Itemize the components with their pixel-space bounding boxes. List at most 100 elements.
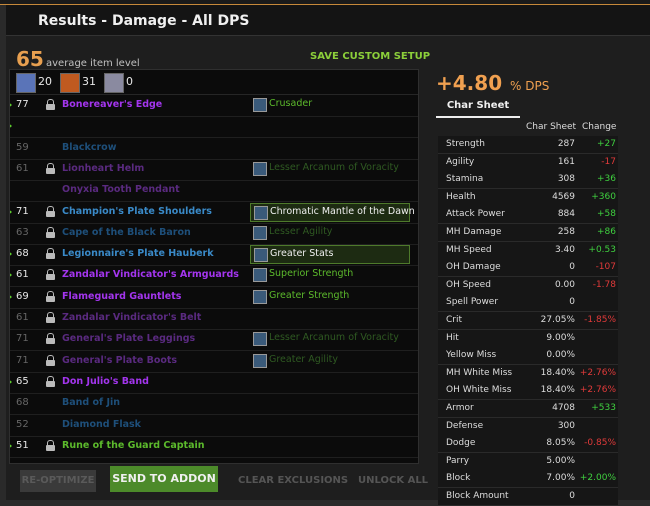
- gear-row[interactable]: 71 Champion's Plate Shoulders Chromatic Ma…: [10, 202, 418, 224]
- item-name[interactable]: Zandalar Vindicator's Armguards: [62, 269, 239, 280]
- gear-row[interactable]: Onyxia Tooth Pendant: [10, 180, 418, 203]
- item-level: 63: [16, 226, 29, 238]
- lock-icon[interactable]: [235, 355, 244, 367]
- gear-row[interactable]: 77 Bonereaver's Edge Crusader: [10, 95, 418, 117]
- lock-icon[interactable]: [46, 269, 55, 281]
- reoptimize-button[interactable]: RE-OPTIMIZE: [20, 470, 96, 492]
- gear-row[interactable]: 68 Legionnaire's Plate Hauberk Greater Sta…: [10, 244, 418, 267]
- lock-icon[interactable]: [235, 248, 244, 260]
- item-name[interactable]: Legionnaire's Plate Hauberk: [62, 248, 214, 259]
- gear-row[interactable]: 69 Flameguard Gauntlets Greater Strength: [10, 287, 418, 309]
- enchant-slot[interactable]: Chromatic Mantle of the Dawn: [250, 202, 415, 222]
- frost-resistance-icon: [16, 73, 36, 93]
- gear-row[interactable]: 71 General's Plate Leggings Lesser Arcanum…: [10, 329, 418, 352]
- item-name[interactable]: Blackcrow: [62, 142, 116, 153]
- item-name[interactable]: Onyxia Tooth Pendant: [62, 184, 180, 195]
- enchant-icon: [254, 248, 268, 263]
- lock-icon[interactable]: [46, 375, 55, 388]
- lock-icon[interactable]: [235, 206, 244, 218]
- lock-icon[interactable]: [46, 439, 55, 452]
- enchant-slot[interactable]: Lesser Arcanum of Voracity: [250, 160, 408, 177]
- enchant-slot[interactable]: Crusader: [250, 96, 408, 113]
- item-name[interactable]: Zandalar Vindicator's Belt: [62, 312, 201, 323]
- stat-change: +58: [597, 209, 616, 220]
- item-name[interactable]: Bonereaver's Edge: [62, 99, 162, 110]
- stat-value: 300: [557, 420, 575, 431]
- lock-icon[interactable]: [235, 291, 244, 303]
- gear-row[interactable]: 51 Rune of the Guard Captain: [10, 436, 418, 458]
- item-name[interactable]: General's Plate Leggings: [62, 333, 195, 344]
- enchant-slot[interactable]: Greater Stats: [250, 245, 410, 265]
- lock-icon[interactable]: [46, 312, 55, 324]
- arcane-resistance-icon: [104, 73, 124, 93]
- item-name[interactable]: Cape of the Black Baron: [62, 227, 191, 238]
- gear-row[interactable]: 63 Cape of the Black Baron Lesser Agility: [10, 223, 418, 245]
- lock-icon[interactable]: [235, 333, 244, 345]
- enchant-icon: [254, 205, 268, 220]
- clear-exclusions-button[interactable]: CLEAR EXCLUSIONS: [238, 470, 348, 492]
- enchant-slot[interactable]: Greater Strength: [250, 288, 408, 305]
- stat-label: Strength: [446, 139, 485, 149]
- enchant-slot[interactable]: Greater Agility: [250, 352, 408, 369]
- lock-icon[interactable]: [46, 354, 55, 367]
- slot-marker-icon: [10, 121, 12, 132]
- lock-icon[interactable]: [46, 290, 55, 303]
- unlock-all-button[interactable]: UNLOCK ALL: [358, 470, 428, 492]
- item-name[interactable]: Band of Jin: [62, 397, 120, 408]
- item-name[interactable]: Don Julio's Band: [62, 376, 149, 387]
- gear-row[interactable]: 61 Lionheart Helm Lesser Arcanum of Voraci…: [10, 159, 418, 181]
- stat-row: OH White Miss 18.40% +2.76%: [438, 382, 618, 401]
- stat-row: OH Speed 0.00 -1.78: [438, 276, 618, 295]
- stat-value: 3.40: [554, 244, 575, 255]
- lock-icon[interactable]: [235, 269, 244, 281]
- lock-icon[interactable]: [46, 333, 55, 345]
- lock-icon[interactable]: [46, 248, 55, 260]
- slot-marker-icon: [10, 291, 12, 302]
- gear-row[interactable]: 65 Don Julio's Band: [10, 372, 418, 394]
- stat-value: 287: [557, 139, 575, 149]
- send-to-addon-button[interactable]: SEND TO ADDON: [110, 466, 218, 492]
- gear-row[interactable]: 52 Diamond Flask: [10, 415, 418, 437]
- gear-row[interactable]: 68 Band of Jin: [10, 393, 418, 416]
- enchant-slot[interactable]: Lesser Arcanum of Voracity: [250, 330, 408, 347]
- item-level: 77: [16, 99, 29, 110]
- resistance-value: 0: [126, 75, 133, 88]
- enchant-slot[interactable]: Lesser Agility: [250, 224, 408, 241]
- item-name[interactable]: Flameguard Gauntlets: [62, 291, 181, 302]
- gear-row[interactable]: 61 Zandalar Vindicator's Belt: [10, 308, 418, 330]
- gear-row[interactable]: [10, 116, 418, 139]
- stat-value: 18.40%: [540, 367, 575, 378]
- lock-icon[interactable]: [235, 163, 244, 175]
- stat-row: MH Damage 258 +86: [438, 224, 618, 242]
- stat-row: MH White Miss 18.40% +2.76%: [438, 364, 618, 383]
- lock-icon[interactable]: [46, 162, 55, 175]
- slot-marker-icon: [10, 100, 12, 110]
- item-name[interactable]: Lionheart Helm: [62, 163, 144, 174]
- tab-char-sheet[interactable]: Char Sheet: [436, 100, 520, 118]
- stat-row: Health 4569 +360: [438, 188, 618, 207]
- gear-row[interactable]: 61 Zandalar Vindicator's Armguards Superio…: [10, 265, 418, 288]
- lock-icon[interactable]: [46, 226, 55, 239]
- stat-label: MH Damage: [446, 227, 502, 237]
- lock-icon[interactable]: [46, 205, 55, 218]
- item-name[interactable]: General's Plate Boots: [62, 355, 177, 366]
- stat-label: Spell Power: [446, 297, 499, 308]
- gear-row[interactable]: 71 General's Plate Boots Greater Agility: [10, 351, 418, 373]
- stat-change: +27: [597, 139, 616, 149]
- stat-label: Defense: [446, 420, 484, 431]
- stats-header: Char Sheet Change: [438, 118, 618, 136]
- enchant-icon: [253, 332, 267, 347]
- lock-icon[interactable]: [235, 99, 244, 111]
- enchant-icon: [253, 225, 267, 240]
- item-name[interactable]: Diamond Flask: [62, 419, 141, 430]
- resistance-value: 31: [82, 75, 96, 88]
- enchant-slot[interactable]: Superior Strength: [250, 266, 408, 283]
- lock-icon[interactable]: [46, 99, 55, 111]
- gear-row[interactable]: 59 Blackcrow: [10, 138, 418, 160]
- item-name[interactable]: Champion's Plate Shoulders: [62, 206, 212, 217]
- stat-row: Stamina 308 +36: [438, 171, 618, 190]
- save-custom-setup-button[interactable]: SAVE CUSTOM SETUP: [310, 51, 430, 62]
- stat-value: 0.00: [554, 279, 575, 290]
- lock-icon[interactable]: [235, 227, 244, 239]
- item-name[interactable]: Rune of the Guard Captain: [62, 440, 205, 451]
